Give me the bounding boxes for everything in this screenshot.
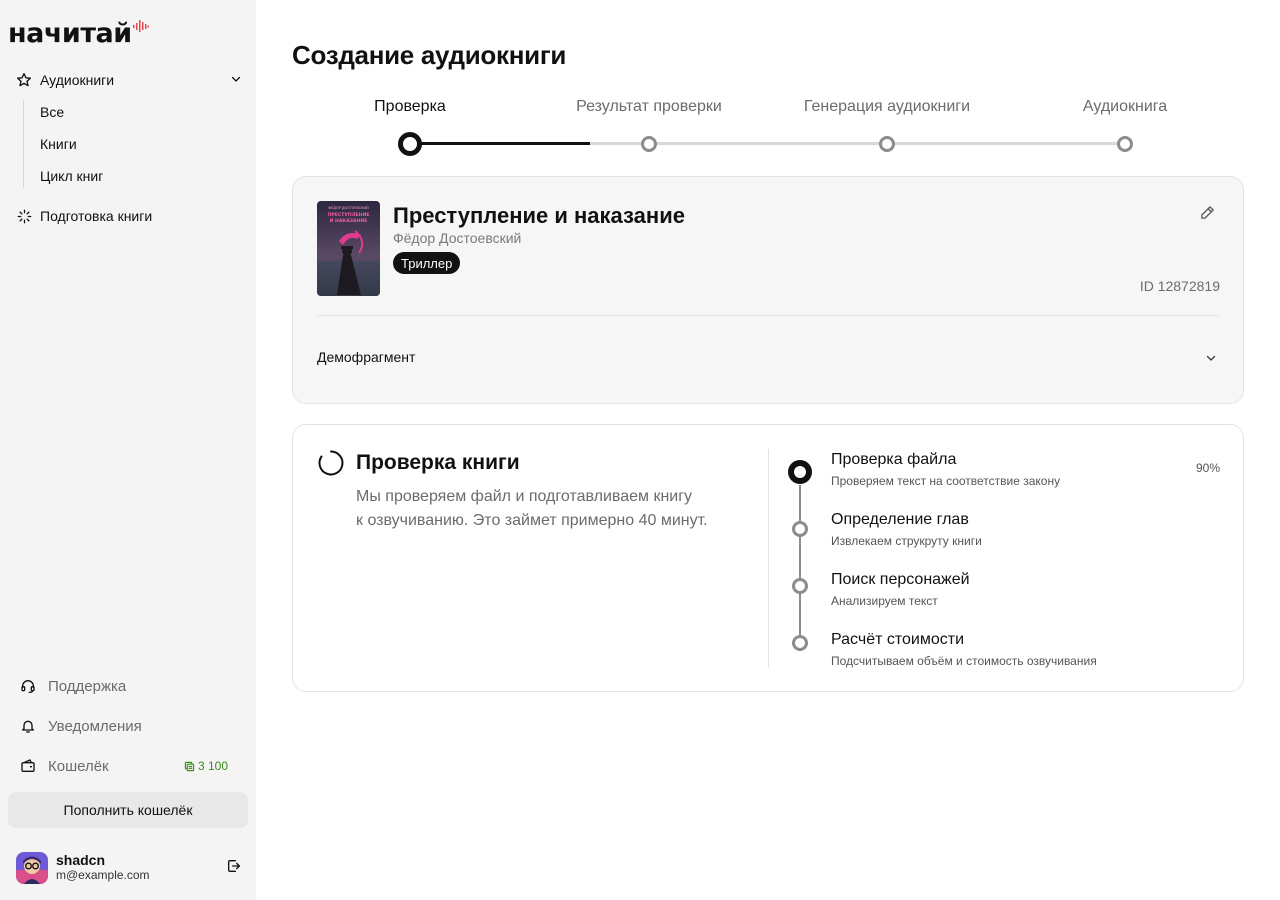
nav-audiobooks-label: Аудиокниги (40, 72, 115, 88)
task-sub-chapters: Извлекаем струкруту книги (831, 534, 982, 548)
task-name-file-check: Проверка файла (831, 451, 957, 468)
check-title: Проверка книги (356, 451, 520, 474)
step-label-audiobook: Аудиокнига (1082, 98, 1168, 115)
nav-book-preparation-label: Подготовка книги (40, 208, 153, 224)
topup-wallet-button[interactable]: Пополнить кошелёк (8, 792, 248, 828)
user-email: m@example.com (56, 868, 150, 882)
logout-icon[interactable] (226, 858, 242, 879)
user-name: shadcn (56, 852, 106, 868)
avatar (16, 852, 48, 884)
divider (317, 315, 1219, 316)
task-dot-chapters (792, 521, 808, 537)
nav-audiobooks-group: Аудиокниги Все Книги Цикл книг (16, 68, 244, 196)
step-label-check: Проверка (374, 98, 446, 115)
loader-icon (16, 208, 32, 224)
task-sub-cost: Подсчитываем объём и стоимость озвучиван… (831, 654, 1097, 668)
nav-wallet[interactable]: Кошелёк 3 100 (20, 754, 228, 778)
vertical-divider (768, 449, 769, 667)
star-icon (16, 72, 32, 88)
task-timeline-line (799, 485, 801, 645)
nav-support[interactable]: Поддержка (20, 674, 228, 698)
stepper-track-progress (410, 142, 590, 145)
user-info: shadcn m@example.com (56, 853, 150, 883)
step-label-check-result: Результат проверки (576, 98, 722, 115)
spinner-icon (317, 449, 345, 482)
sidebar-bottom-nav: Поддержка Уведомления Кошелёк 3 100 (20, 674, 228, 794)
step-dot-check (398, 132, 422, 156)
nav-wallet-label: Кошелёк (48, 757, 109, 775)
task-dot-file-check (788, 460, 812, 484)
chevron-down-icon[interactable] (1205, 351, 1217, 369)
sidebar: начитай Аудиокниги Все Книги Цикл книг П… (0, 0, 256, 900)
step-dot-generation (879, 136, 895, 152)
wallet-balance: 3 100 (184, 759, 228, 773)
book-title: Преступление и наказание (393, 203, 685, 228)
edit-pencil-icon[interactable] (1200, 205, 1215, 225)
task-progress-percent: 90% (1195, 461, 1220, 475)
book-cover: ФЁДОР ДОСТОЕВСКИЙ ПРЕСТУПЛЕНИЕ И НАКАЗАН… (317, 201, 380, 296)
nav-sub-item-books[interactable]: Книги (40, 132, 244, 156)
task-sub-characters: Анализируем текст (831, 594, 938, 608)
cover-title-line1: ПРЕСТУПЛЕНИЕ (327, 212, 369, 218)
book-author: Фёдор Достоевский (393, 230, 522, 246)
nav-sub-item-series[interactable]: Цикл книг (40, 164, 244, 188)
task-name-cost: Расчёт стоимости (831, 631, 965, 648)
nav-audiobooks-sublist: Все Книги Цикл книг (23, 100, 244, 188)
logo-text: начитай (8, 18, 132, 49)
page-title: Создание аудиокниги (292, 40, 567, 70)
cover-author-text: ФЁДОР ДОСТОЕВСКИЙ (328, 205, 369, 210)
sound-wave-icon (132, 20, 149, 32)
task-sub-file-check: Проверяем текст на соответствие закону (831, 474, 1061, 488)
task-dot-characters (792, 578, 808, 594)
wallet-icon (20, 758, 36, 774)
nav-notifications-label: Уведомления (48, 717, 142, 735)
step-dot-check-result (641, 136, 657, 152)
cover-title-line2: И НАКАЗАНИЕ (330, 218, 368, 224)
nav-book-preparation[interactable]: Подготовка книги (16, 204, 152, 228)
check-description-line2: к озвучиванию. Это займет примерно 40 ми… (356, 512, 708, 529)
book-check-card: Проверка книги Мы проверяем файл и подго… (292, 424, 1244, 692)
progress-stepper: Проверка Результат проверки Генерация ау… (292, 96, 1244, 156)
nav-notifications[interactable]: Уведомления (20, 714, 228, 738)
headset-icon (20, 678, 36, 694)
user-profile[interactable]: shadcn m@example.com (16, 852, 242, 884)
coins-icon (184, 761, 195, 771)
wallet-balance-value: 3 100 (197, 759, 228, 773)
app-logo[interactable]: начитай (8, 18, 149, 50)
demo-fragment-label[interactable]: Демофрагмент (317, 349, 415, 365)
chevron-down-icon[interactable] (230, 72, 242, 88)
task-name-characters: Поиск персонажей (831, 571, 970, 588)
check-description-line1: Мы проверяем файл и подготавливаем книгу (356, 488, 693, 505)
nav-sub-item-all[interactable]: Все (40, 100, 244, 124)
step-label-generation: Генерация аудиокниги (803, 98, 971, 115)
task-dot-cost (792, 635, 808, 651)
book-card: ФЁДОР ДОСТОЕВСКИЙ ПРЕСТУПЛЕНИЕ И НАКАЗАН… (292, 176, 1244, 404)
step-dot-audiobook (1117, 136, 1133, 152)
book-id: ID 12872819 (1139, 278, 1220, 294)
nav-audiobooks[interactable]: Аудиокниги (16, 68, 244, 92)
bell-icon (20, 718, 36, 734)
check-description: Мы проверяем файл и подготавливаем книгу… (356, 485, 736, 533)
genre-badge: Триллер (393, 252, 461, 274)
task-name-chapters: Определение глав (831, 511, 969, 528)
nav-support-label: Поддержка (48, 677, 127, 695)
